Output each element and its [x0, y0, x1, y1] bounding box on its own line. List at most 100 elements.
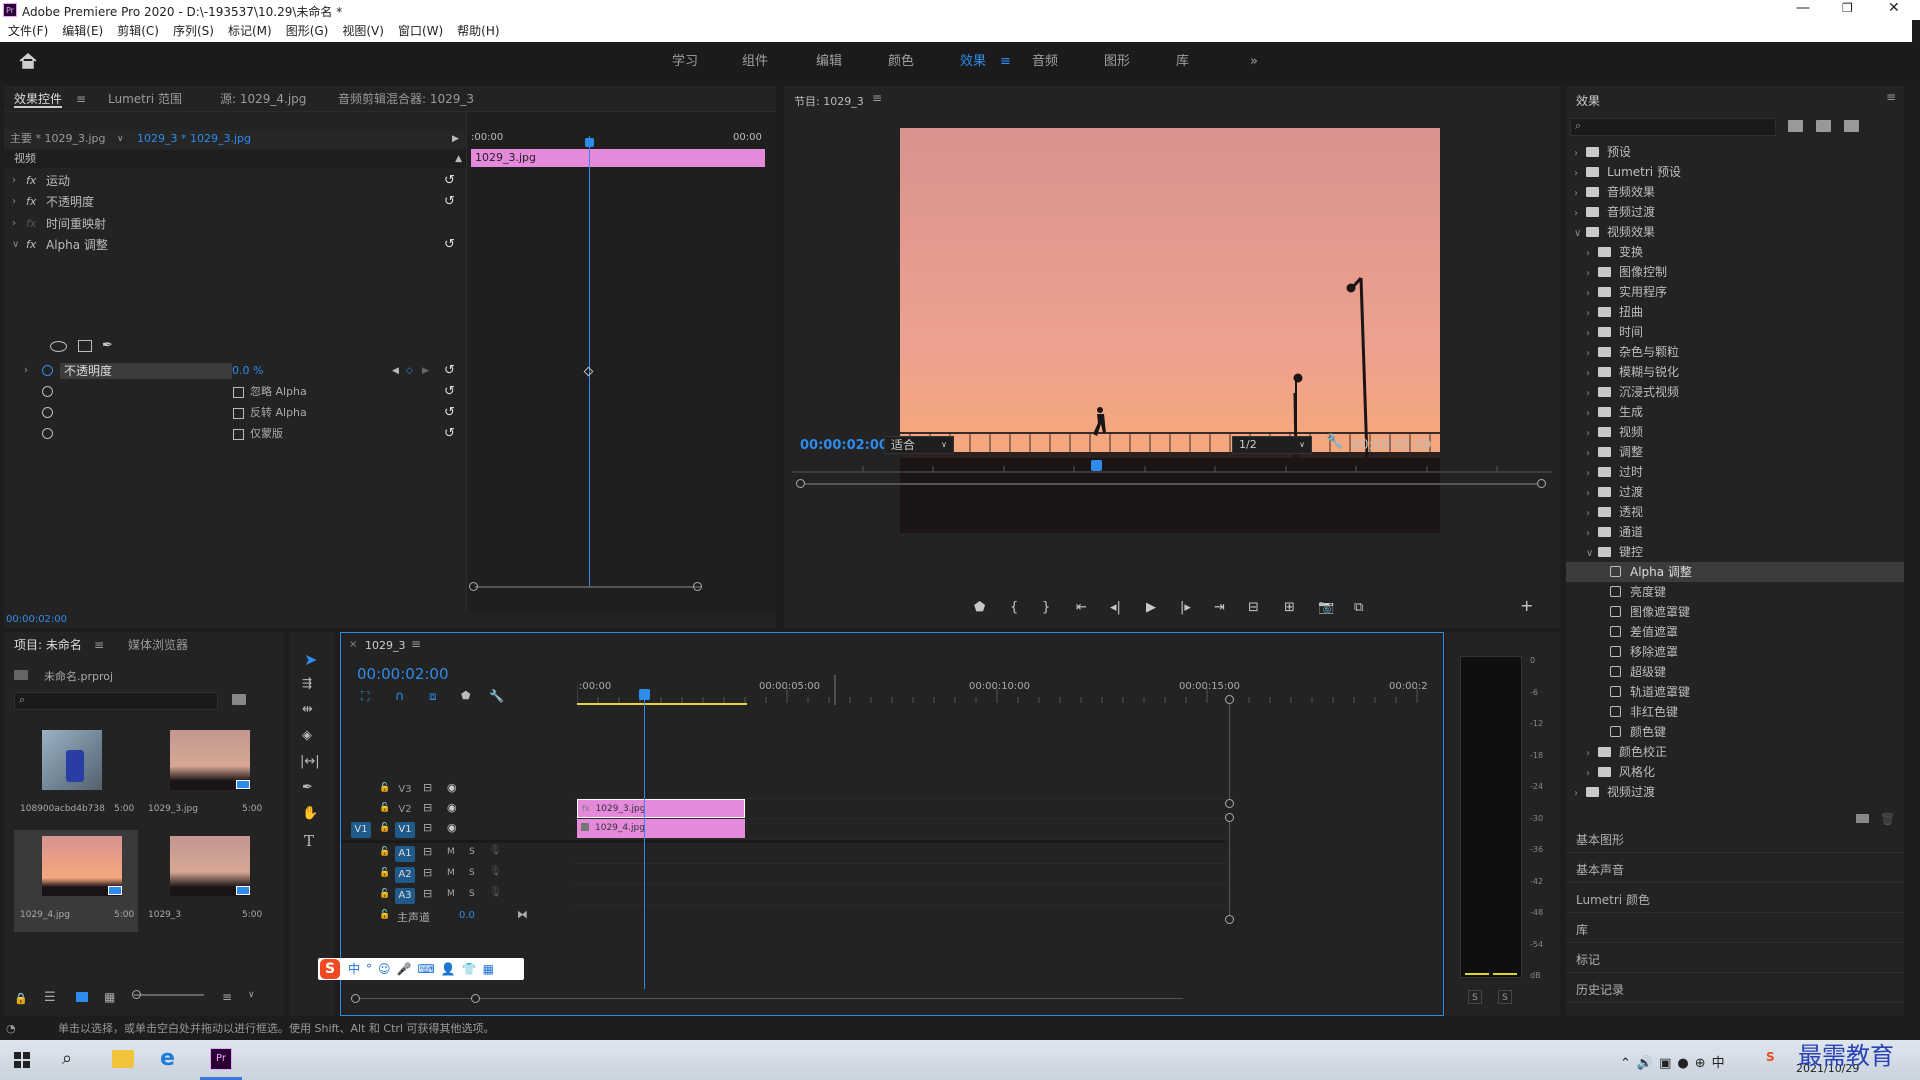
go-to-in-icon[interactable]: ⇤ — [1076, 600, 1087, 615]
effects-tree-item[interactable]: › Lumetri 预设 — [1566, 162, 1904, 182]
project-item[interactable]: 1029_3.jpg 5:00 — [142, 724, 266, 826]
menu-item-2[interactable]: 剪辑(C) — [117, 24, 159, 38]
wrench-icon[interactable]: 🔧 — [1326, 434, 1343, 450]
chevron-right-icon[interactable]: › — [1586, 524, 1598, 544]
ime-toolbar[interactable]: S 中°☺🎤⌨👤👕▦ — [318, 958, 524, 980]
effects-tree-item[interactable]: › 视频 — [1566, 422, 1904, 442]
workspace-tab-6[interactable]: 图形 — [1104, 42, 1130, 82]
timeline-menu-icon[interactable]: ≡ — [411, 637, 421, 651]
search-icon[interactable]: ⌕ — [62, 1048, 72, 1069]
work-area-bar[interactable] — [577, 703, 747, 705]
solo-button[interactable]: S — [469, 868, 475, 878]
stopwatch-icon[interactable] — [42, 407, 53, 418]
reset-icon[interactable]: ↺ — [444, 424, 455, 444]
add-keyframe-icon[interactable]: ◇ — [406, 361, 413, 381]
workspace-tab-7[interactable]: 库 — [1176, 42, 1189, 82]
effects-tree-item[interactable]: 超级键 — [1566, 662, 1904, 682]
effects-tree-item[interactable]: › 音频效果 — [1566, 182, 1904, 202]
microphone-icon[interactable]: 🎙 — [489, 845, 502, 856]
effects-tree-item[interactable]: Alpha 调整 — [1566, 562, 1904, 582]
effects-menu-icon[interactable]: ≡ — [1886, 90, 1896, 104]
v-scroll-handle-1[interactable] — [1225, 695, 1234, 704]
icon-view-icon[interactable] — [76, 992, 88, 1002]
chevron-right-icon[interactable]: › — [1586, 324, 1598, 344]
reset-icon[interactable]: ↺ — [444, 382, 455, 402]
comparison-view-icon[interactable]: ⧉ — [1354, 600, 1363, 615]
extract-icon[interactable]: ⊞ — [1284, 600, 1295, 615]
collapsed-panel[interactable]: 基本声音 — [1566, 858, 1904, 883]
chevron-right-icon[interactable]: › — [1586, 424, 1598, 444]
mute-button[interactable]: M — [447, 868, 455, 878]
microphone-icon[interactable]: 🎙 — [489, 866, 502, 877]
h-scroll[interactable] — [357, 998, 1183, 999]
collapsed-panel[interactable]: Lumetri 颜色 — [1566, 888, 1904, 913]
effects-tree-item[interactable]: › 生成 — [1566, 402, 1904, 422]
ie-browser-icon[interactable]: e — [160, 1046, 175, 1071]
eye-icon[interactable]: ◉ — [447, 821, 457, 834]
ec-tab-menu-icon[interactable]: ≡ — [76, 86, 86, 112]
chevron-right-icon[interactable]: › — [1586, 744, 1598, 764]
timeline-playhead[interactable] — [644, 689, 645, 989]
eye-icon[interactable]: ◉ — [447, 801, 457, 814]
solo-button[interactable]: S — [469, 847, 475, 857]
mute-button[interactable]: M — [447, 847, 455, 857]
master-clip-label[interactable]: 主要 * 1029_3.jpg — [10, 130, 106, 148]
effects-tree-item[interactable]: 图像遮罩键 — [1566, 602, 1904, 622]
add-button-icon[interactable]: + — [1520, 596, 1533, 615]
workspace-tab-0[interactable]: 学习 — [672, 42, 698, 82]
chevron-down-icon[interactable]: ∨ — [1586, 544, 1598, 564]
track-target-button[interactable]: V2 — [395, 802, 415, 818]
hand-tool-icon[interactable]: ✋ — [302, 806, 318, 821]
workspace-tab-4[interactable]: 效果 — [960, 42, 986, 82]
workspace-tab-1[interactable]: 组件 — [742, 42, 768, 82]
effects-tree-item[interactable]: › 扭曲 — [1566, 302, 1904, 322]
ec-zoom-bar[interactable] — [475, 586, 701, 588]
effects-tree-item[interactable]: 轨道遮罩键 — [1566, 682, 1904, 702]
video-track-lane[interactable] — [575, 779, 1225, 799]
sort-icon[interactable]: ≡ — [222, 990, 232, 1004]
expand-chevron-icon[interactable]: ∨ — [12, 235, 24, 255]
workspace-tab-3[interactable]: 颜色 — [888, 42, 914, 82]
fx-icon[interactable]: fx — [26, 192, 36, 212]
timeline-timecode[interactable]: 00:00:02:00 — [357, 665, 449, 683]
effects-tree-item[interactable]: › 颜色校正 — [1566, 742, 1904, 762]
chevron-right-icon[interactable]: › — [1586, 264, 1598, 284]
chevron-right-icon[interactable]: › — [1586, 284, 1598, 304]
ec-playhead[interactable] — [589, 136, 590, 586]
slip-tool-icon[interactable]: |↔| — [300, 754, 320, 769]
workspace-tab-2[interactable]: 编辑 — [816, 42, 842, 82]
track-lock-icon[interactable]: 🔓 — [379, 847, 390, 857]
resolution-select[interactable]: 1/2 ∨ — [1232, 436, 1312, 454]
minimize-button[interactable]: — — [1796, 0, 1810, 16]
chevron-right-icon[interactable]: › — [1574, 204, 1586, 224]
ec-zoom-handle-right[interactable] — [693, 582, 702, 591]
chevron-right-icon[interactable]: › — [1574, 184, 1586, 204]
effects-tree-item[interactable]: › 透视 — [1566, 502, 1904, 522]
ec-tab-2[interactable]: 源: 1029_4.jpg — [220, 86, 306, 112]
reset-icon[interactable]: ↺ — [444, 403, 455, 423]
effects-tree-item[interactable]: ∨ 键控 — [1566, 542, 1904, 562]
menu-item-5[interactable]: 图形(G) — [286, 24, 329, 38]
track-target-button[interactable]: V1 — [395, 822, 415, 838]
add-marker-icon[interactable]: ⬟ — [974, 600, 985, 615]
nest-icon[interactable]: ⛶ — [361, 689, 369, 704]
chevron-right-icon[interactable]: › — [1586, 404, 1598, 424]
go-to-out-icon[interactable]: ⇥ — [1214, 600, 1225, 615]
collapse-up-icon[interactable]: ▲ — [455, 150, 462, 168]
project-tab-menu-icon[interactable]: ≡ — [94, 632, 104, 658]
stopwatch-icon[interactable] — [42, 365, 53, 376]
chevron-right-icon[interactable]: › — [1586, 464, 1598, 484]
ec-tab-3[interactable]: 音频剪辑混合器: 1029_3 — [338, 86, 474, 112]
delete-icon[interactable]: 🗑 — [1880, 812, 1895, 826]
timeline-playhead-head[interactable] — [639, 689, 650, 700]
program-timecode[interactable]: 00:00:02:00 — [800, 438, 888, 453]
menu-item-6[interactable]: 视图(V) — [342, 24, 384, 38]
timeline-ruler[interactable]: :00:00 00:00:05:00 00:00:10:00 00:00:15:00 0… — [577, 675, 1428, 705]
effects-tree-item[interactable]: › 图像控制 — [1566, 262, 1904, 282]
menu-item-7[interactable]: 窗口(W) — [398, 24, 443, 38]
ec-zoom-handle-left[interactable] — [469, 582, 478, 591]
sync-lock-icon[interactable]: ⊟ — [423, 866, 432, 879]
chevron-right-icon[interactable]: › — [1574, 784, 1586, 804]
sync-lock-icon[interactable]: ⊟ — [423, 821, 432, 834]
v-scroll-video[interactable] — [1229, 699, 1230, 803]
